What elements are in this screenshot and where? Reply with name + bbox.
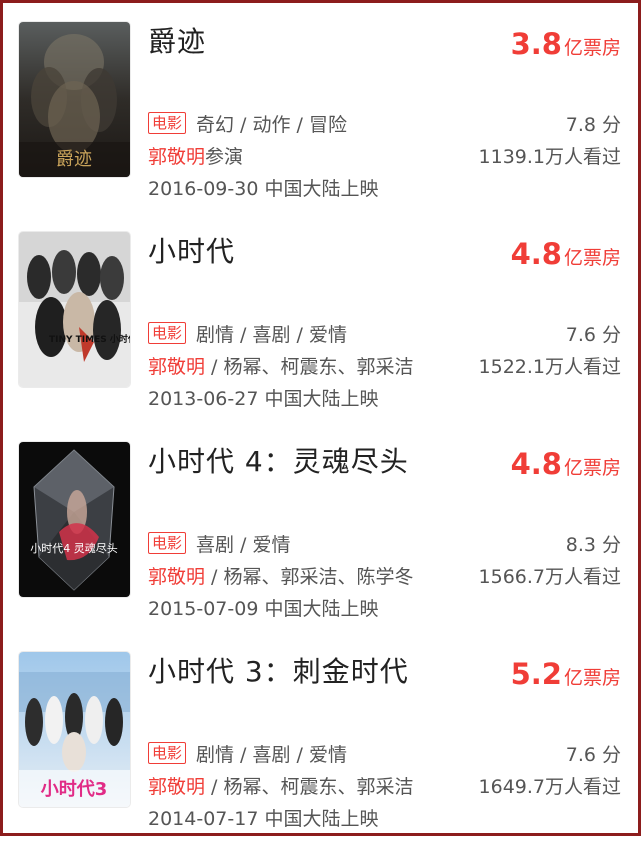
movie-item[interactable]: TINY TIMES 小时代 小时代 4.8 亿票房 电影 剧情 / 喜剧 / 爱情… <box>0 232 641 422</box>
genre-row: 电影 奇幻 / 动作 / 冒险 7.8 分 <box>148 110 621 140</box>
type-tag: 电影 <box>148 742 187 764</box>
box-office: 4.8 亿票房 <box>511 444 621 484</box>
movie-item[interactable]: 爵迹 爵迹 3.8 亿票房 电影 奇幻 / 动作 / 冒险 7.8 分 郭敬明参演 … <box>0 22 641 212</box>
actor-highlight[interactable]: 郭敬明 <box>148 146 205 168</box>
release-row: 2014-07-17 中国大陆上映 <box>148 804 621 834</box>
rating: 8.3 分 <box>565 534 621 556</box>
movie-list: 爵迹 爵迹 3.8 亿票房 电影 奇幻 / 动作 / 冒险 7.8 分 郭敬明参演 … <box>0 0 641 836</box>
viewers: 1649.7万人看过 <box>478 776 621 798</box>
viewers: 1522.1万人看过 <box>478 356 621 378</box>
actor-highlight[interactable]: 郭敬明 <box>148 356 205 378</box>
genres: 剧情 / 喜剧 / 爱情 <box>196 324 347 346</box>
cast-row: 郭敬明 / 杨幂、柯震东、郭采洁 1522.1万人看过 <box>148 352 621 382</box>
rating: 7.8 分 <box>565 114 621 136</box>
box-office-unit: 亿票房 <box>563 457 621 479</box>
genres: 喜剧 / 爱情 <box>196 534 291 556</box>
box-office: 5.2 亿票房 <box>511 654 621 694</box>
poster-image: 爵迹 <box>19 22 130 177</box>
release-date: 2013-06-27 中国大陆上映 <box>148 388 379 410</box>
release-date: 2016-09-30 中国大陆上映 <box>148 178 379 200</box>
movie-poster[interactable]: TINY TIMES 小时代 <box>19 232 130 387</box>
box-office: 3.8 亿票房 <box>511 24 621 64</box>
release-row: 2013-06-27 中国大陆上映 <box>148 384 621 414</box>
type-tag: 电影 <box>148 532 187 554</box>
genres: 剧情 / 喜剧 / 爱情 <box>196 744 347 766</box>
poster-title: 爵迹 <box>56 149 92 170</box>
movie-poster[interactable]: 小时代3 <box>19 652 130 807</box>
actor-rest: 参演 <box>205 146 244 168</box>
genre-row: 电影 剧情 / 喜剧 / 爱情 7.6 分 <box>148 320 621 350</box>
movie-poster[interactable]: 爵迹 <box>19 22 130 177</box>
genre-row: 电影 喜剧 / 爱情 8.3 分 <box>148 530 621 560</box>
movie-item[interactable]: 小时代3 小时代 3：刺金时代 5.2 亿票房 电影 剧情 / 喜剧 / 爱情 7.… <box>0 652 641 842</box>
actor-rest: / 杨幂、郭采洁、陈学冬 <box>205 566 414 588</box>
movie-title[interactable]: 小时代 4：灵魂尽头 <box>148 442 409 482</box>
box-office-unit: 亿票房 <box>563 667 621 689</box>
genres: 奇幻 / 动作 / 冒险 <box>196 114 347 136</box>
movie-item[interactable]: 小时代4 灵魂尽头 小时代 4：灵魂尽头 4.8 亿票房 电影 喜剧 / 爱情 8.… <box>0 442 641 632</box>
box-office-value: 4.8 <box>510 447 562 481</box>
poster-title: 小时代4 灵魂尽头 <box>30 542 118 555</box>
poster-title: 小时代3 <box>41 779 108 800</box>
rating: 7.6 分 <box>565 324 621 346</box>
cast-row: 郭敬明 / 杨幂、郭采洁、陈学冬 1566.7万人看过 <box>148 562 621 592</box>
movie-title[interactable]: 爵迹 <box>148 22 206 62</box>
release-date: 2014-07-17 中国大陆上映 <box>148 808 379 830</box>
poster-image: 小时代3 <box>19 652 130 807</box>
release-row: 2016-09-30 中国大陆上映 <box>148 174 621 204</box>
actor-highlight[interactable]: 郭敬明 <box>148 776 205 798</box>
box-office-unit: 亿票房 <box>563 247 621 269</box>
movie-title[interactable]: 小时代 3：刺金时代 <box>148 652 409 692</box>
box-office-unit: 亿票房 <box>563 37 621 59</box>
actor-rest: / 杨幂、柯震东、郭采洁 <box>205 356 414 378</box>
viewers: 1139.1万人看过 <box>478 146 621 168</box>
release-row: 2015-07-09 中国大陆上映 <box>148 594 621 624</box>
actor-highlight[interactable]: 郭敬明 <box>148 566 205 588</box>
box-office-value: 3.8 <box>510 27 562 61</box>
actor-rest: / 杨幂、柯震东、郭采洁 <box>205 776 414 798</box>
poster-image: TINY TIMES 小时代 <box>19 232 130 387</box>
movie-poster[interactable]: 小时代4 灵魂尽头 <box>19 442 130 597</box>
viewers: 1566.7万人看过 <box>478 566 621 588</box>
cast-row: 郭敬明参演 1139.1万人看过 <box>148 142 621 172</box>
cast-row: 郭敬明 / 杨幂、柯震东、郭采洁 1649.7万人看过 <box>148 772 621 802</box>
genre-row: 电影 剧情 / 喜剧 / 爱情 7.6 分 <box>148 740 621 770</box>
box-office: 4.8 亿票房 <box>511 234 621 274</box>
box-office-value: 4.8 <box>510 237 562 271</box>
box-office-value: 5.2 <box>510 657 562 691</box>
poster-title: TINY TIMES 小时代 <box>49 333 130 345</box>
poster-image: 小时代4 灵魂尽头 <box>19 442 130 597</box>
type-tag: 电影 <box>148 322 187 344</box>
release-date: 2015-07-09 中国大陆上映 <box>148 598 379 620</box>
type-tag: 电影 <box>148 112 187 134</box>
movie-title[interactable]: 小时代 <box>148 232 235 272</box>
rating: 7.6 分 <box>565 744 621 766</box>
